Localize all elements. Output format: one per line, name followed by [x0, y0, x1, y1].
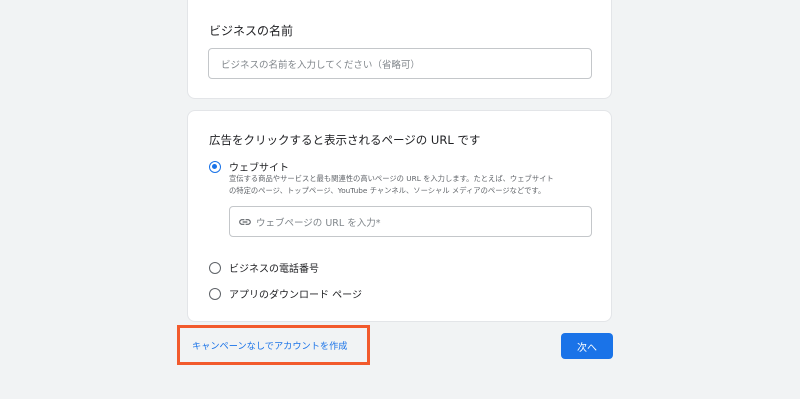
- phone-option-label[interactable]: ビジネスの電話番号: [229, 260, 319, 275]
- phone-radio[interactable]: [209, 262, 221, 274]
- website-url-placeholder: ウェブページの URL を入力*: [256, 217, 381, 229]
- website-radio[interactable]: [209, 161, 221, 173]
- website-description: 宣伝する商品やサービスと最も関連性の高いページの URL を入力します。たとえば…: [229, 173, 594, 197]
- create-account-highlight: キャンペーンなしでアカウントを作成: [177, 325, 370, 365]
- destination-title: 広告をクリックすると表示されるページの URL です: [209, 133, 481, 147]
- app-download-option-label[interactable]: アプリのダウンロード ページ: [229, 286, 362, 301]
- website-option-label[interactable]: ウェブサイト: [229, 159, 289, 174]
- business-name-placeholder: ビジネスの名前を入力してください（省略可）: [221, 59, 420, 71]
- website-url-input[interactable]: ウェブページの URL を入力*: [229, 206, 592, 237]
- website-description-line-2: の特定のページ、トップページ、YouTube チャンネル、ソーシャル メディアの…: [229, 186, 546, 195]
- business-name-card: ビジネスの名前 ビジネスの名前を入力してください（省略可）: [187, 0, 612, 99]
- app-download-radio[interactable]: [209, 288, 221, 300]
- business-name-input[interactable]: ビジネスの名前を入力してください（省略可）: [208, 48, 592, 79]
- next-button[interactable]: 次へ: [561, 333, 613, 359]
- website-description-line-1: 宣伝する商品やサービスと最も関連性の高いページの URL を入力します。たとえば…: [229, 174, 554, 183]
- destination-url-card: 広告をクリックすると表示されるページの URL です ウェブサイト 宣伝する商品…: [187, 110, 612, 322]
- link-icon: [239, 218, 251, 225]
- create-account-without-campaign-link[interactable]: キャンペーンなしでアカウントを作成: [192, 338, 347, 352]
- business-name-title: ビジネスの名前: [209, 24, 294, 38]
